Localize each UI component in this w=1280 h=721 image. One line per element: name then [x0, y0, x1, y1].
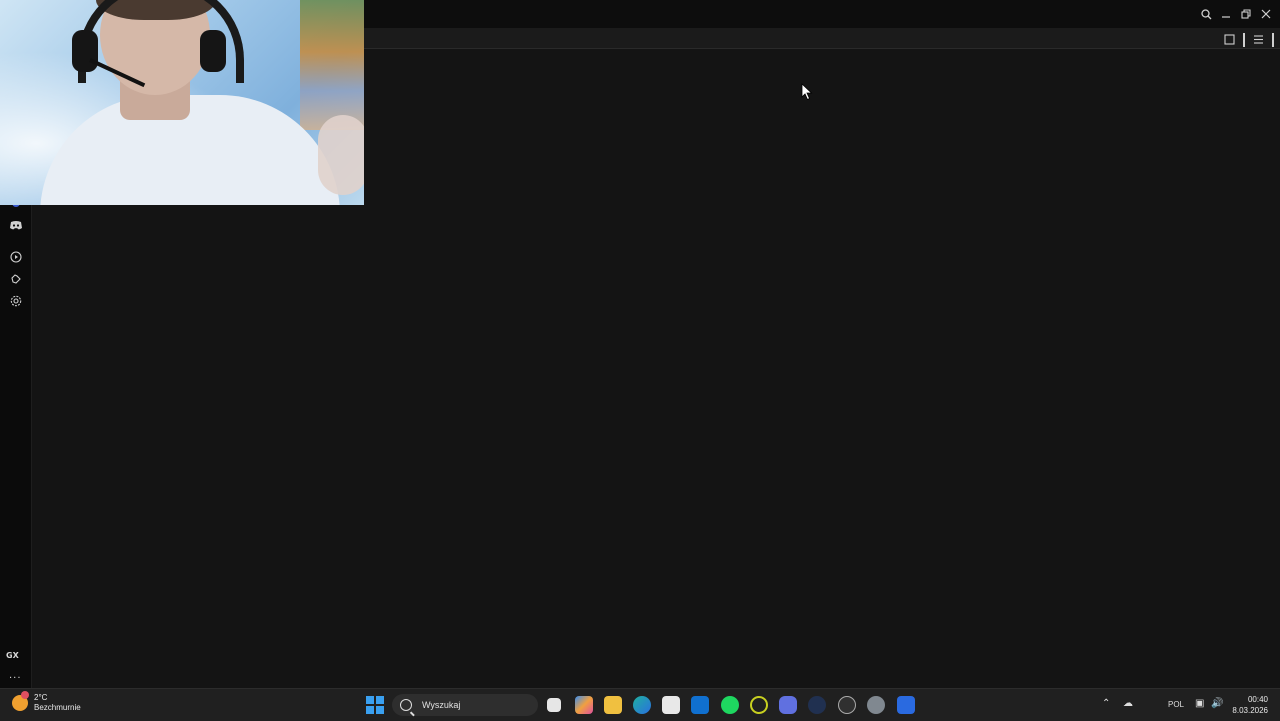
start-tile — [366, 706, 374, 714]
weather-widget[interactable]: 2°C Bezchmurnie — [12, 691, 81, 713]
copilot-icon[interactable] — [575, 696, 593, 714]
cloud-off-icon[interactable]: ☁ — [1123, 698, 1133, 709]
taskbar-search[interactable]: Wyszukaj — [392, 694, 538, 716]
puzzle-icon[interactable] — [8, 271, 24, 287]
volume-icon[interactable]: 🔊 — [1211, 698, 1223, 709]
language-indicator[interactable]: POL — [1168, 700, 1184, 709]
chevron-up-icon[interactable]: ⌃ — [1102, 698, 1110, 709]
file-explorer-icon[interactable] — [604, 696, 622, 714]
steam-icon[interactable] — [808, 696, 826, 714]
divider — [1243, 32, 1245, 47]
opera-gx-icon[interactable] — [750, 696, 768, 714]
webcam-overlay — [0, 0, 364, 205]
start-button[interactable] — [366, 696, 384, 714]
clock-date: 8.03.2026 — [1232, 706, 1268, 715]
discord-icon[interactable] — [779, 696, 797, 714]
taskbar: 2°C Bezchmurnie Wyszukaj ⌃ ☁ POL ▣ 🔊 00:… — [0, 688, 1280, 721]
edge-icon[interactable] — [633, 696, 651, 714]
notification-badge — [21, 691, 29, 699]
roblox-icon[interactable] — [897, 696, 915, 714]
window-controls — [1198, 6, 1274, 22]
snapshot-icon[interactable] — [1224, 30, 1235, 49]
obs-icon[interactable] — [838, 696, 856, 714]
play-circle-icon[interactable] — [8, 249, 24, 265]
weather-condition: Bezchmurnie — [34, 703, 81, 712]
task-view-icon[interactable] — [547, 698, 561, 712]
gear-icon[interactable] — [8, 293, 24, 309]
minimize-icon[interactable] — [1218, 6, 1234, 22]
network-icon[interactable]: ▣ — [1195, 698, 1204, 709]
search-icon[interactable] — [1198, 6, 1214, 22]
microsoft-store-icon[interactable] — [662, 696, 680, 714]
discord-icon[interactable] — [8, 217, 24, 233]
clock-time: 00:40 — [1247, 695, 1268, 704]
spotify-icon[interactable] — [721, 696, 739, 714]
headset-ear-right — [200, 30, 226, 72]
webcam-hand — [318, 115, 364, 195]
outlook-icon[interactable] — [691, 696, 709, 714]
divider — [1272, 32, 1274, 47]
easy-setup-icon[interactable] — [1253, 30, 1264, 49]
sidebar-more[interactable]: ... — [9, 670, 22, 681]
gx-label[interactable]: GX — [6, 651, 19, 660]
search-icon — [400, 699, 412, 711]
start-tile — [376, 706, 384, 714]
mouse-cursor-icon — [801, 83, 813, 101]
webcam-poster — [300, 0, 364, 130]
start-tile — [376, 696, 384, 704]
search-placeholder: Wyszukaj — [422, 700, 461, 710]
close-icon[interactable] — [1258, 6, 1274, 22]
weather-temperature: 2°C — [34, 693, 48, 702]
headset-ear-left — [72, 30, 98, 72]
clock[interactable]: 00:40 8.03.2026 — [1232, 694, 1268, 716]
weather-icon — [12, 691, 29, 711]
start-tile — [366, 696, 374, 704]
restore-icon[interactable] — [1238, 6, 1254, 22]
settings-icon[interactable] — [867, 696, 885, 714]
